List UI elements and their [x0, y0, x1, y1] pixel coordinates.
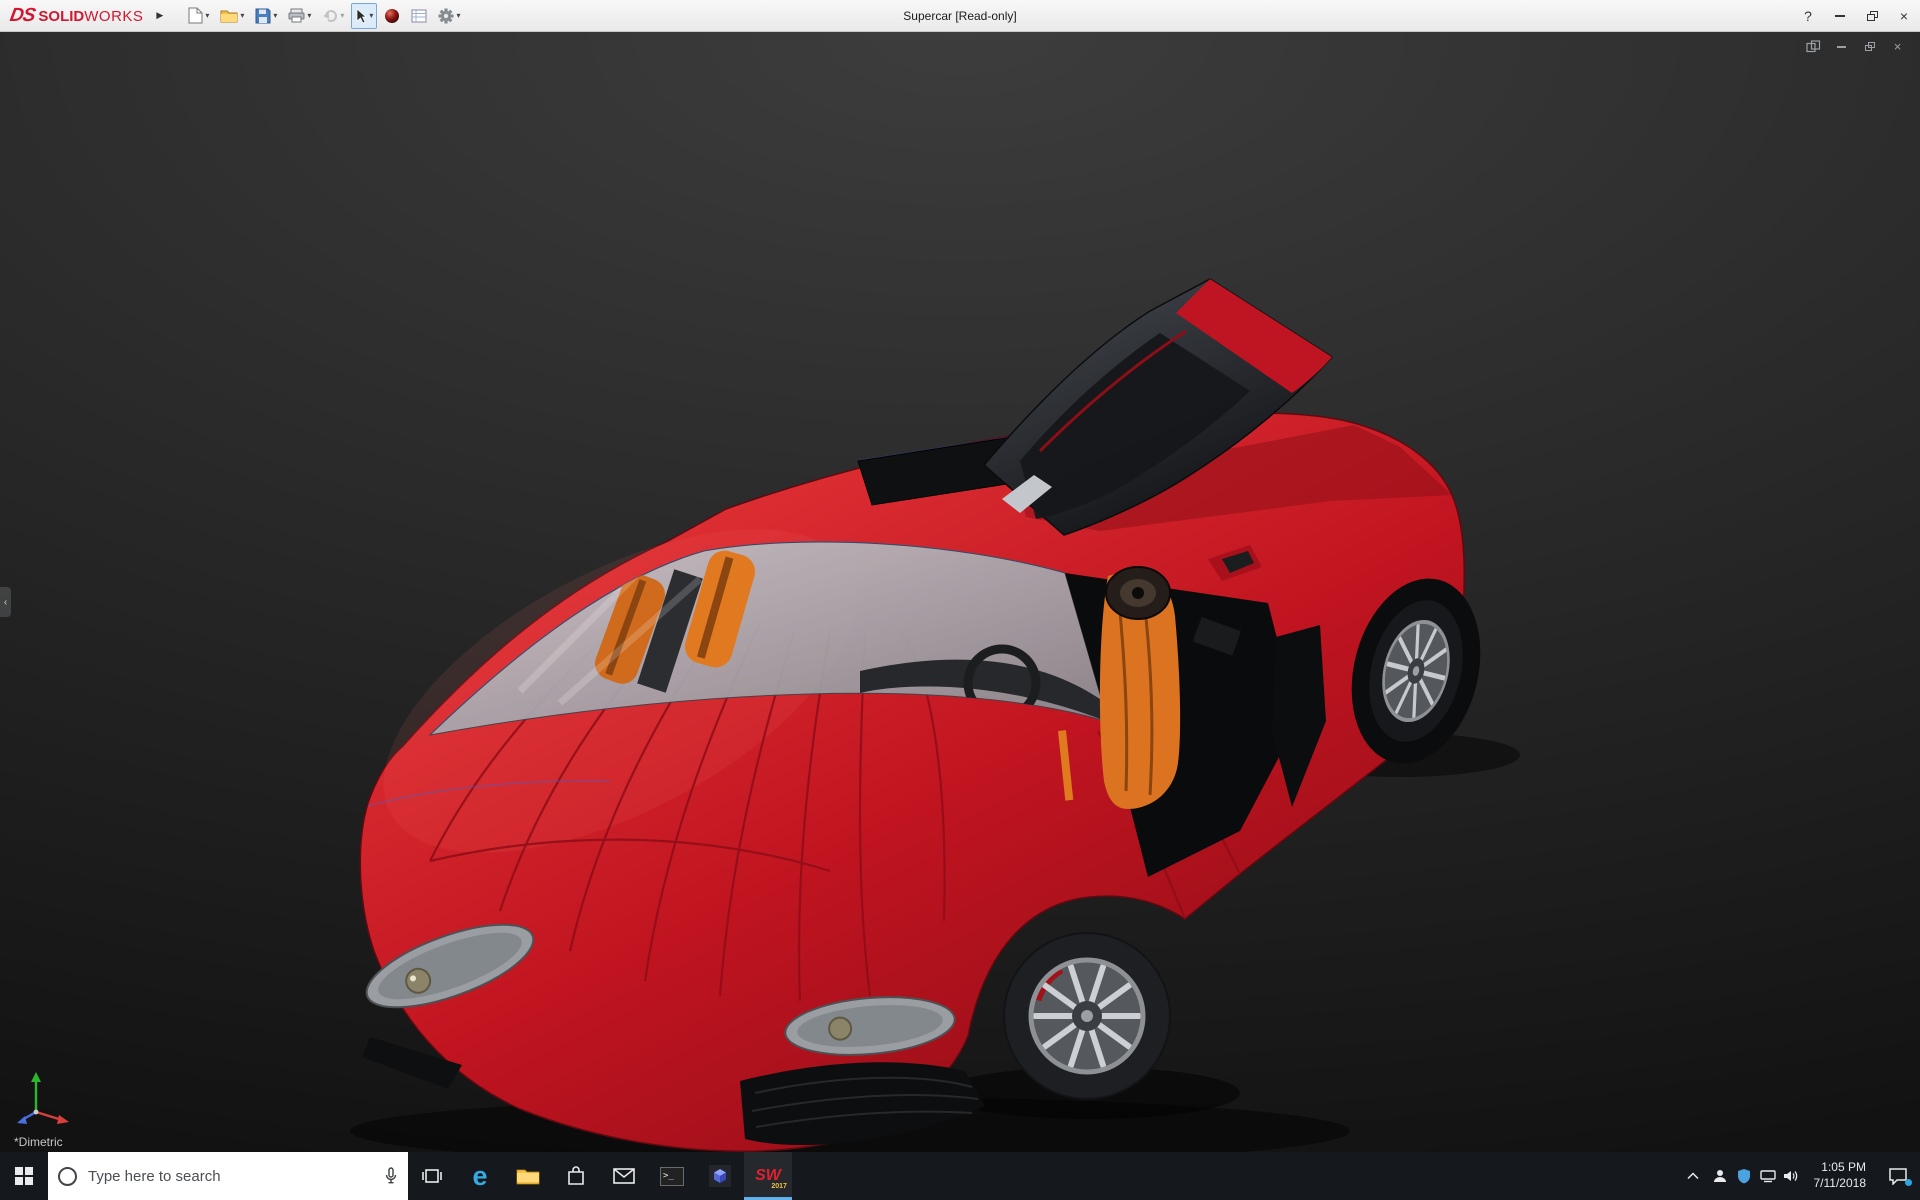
window-controls: ? × — [1792, 0, 1920, 31]
y-axis-arrow — [31, 1072, 41, 1082]
save-icon — [255, 8, 271, 24]
file-explorer-button[interactable] — [504, 1152, 552, 1200]
microphone-icon[interactable] — [384, 1167, 398, 1185]
edge-browser-button[interactable]: e — [456, 1152, 504, 1200]
dropdown-icon[interactable]: ▾ — [456, 11, 460, 20]
cube-app-icon — [709, 1165, 731, 1187]
menu-flyout-arrow-icon[interactable]: ▶ — [151, 8, 168, 23]
taskbar-clock[interactable]: 1:05 PM 7/11/2018 — [1804, 1160, 1877, 1191]
task-view-button[interactable] — [408, 1152, 456, 1200]
solidworks-logo: DS SOLID WORKS — [0, 5, 147, 27]
options-button[interactable]: ▾ — [434, 3, 464, 29]
restore-document-button[interactable] — [1861, 39, 1878, 54]
network-tray-button[interactable] — [1756, 1152, 1780, 1200]
minimize-icon — [1835, 15, 1845, 17]
ds-logo-icon: DS — [8, 5, 36, 27]
minimize-icon — [1837, 46, 1846, 48]
dropdown-icon[interactable]: ▾ — [340, 11, 344, 20]
mail-button[interactable] — [600, 1152, 648, 1200]
document-title: Supercar [Read-only] — [903, 9, 1016, 23]
brand-solid: SOLID — [38, 8, 84, 25]
dropdown-icon[interactable]: ▾ — [273, 11, 277, 20]
drawing-sheet-button[interactable] — [407, 3, 431, 29]
edge-icon: e — [472, 1163, 487, 1190]
restore-button[interactable] — [1856, 0, 1888, 31]
action-center-button[interactable] — [1876, 1167, 1920, 1185]
folder-icon — [516, 1166, 540, 1186]
solidworks-app-button[interactable]: SW 2017 — [744, 1152, 792, 1200]
help-button[interactable]: ? — [1792, 0, 1824, 31]
shield-icon — [1737, 1168, 1751, 1184]
shopping-bag-icon — [566, 1165, 586, 1187]
new-document-button[interactable]: ▾ — [184, 3, 213, 29]
start-button[interactable] — [0, 1152, 48, 1200]
clock-date: 7/11/2018 — [1814, 1176, 1867, 1192]
featuremanager-flyout-tab[interactable]: ‹ — [0, 587, 11, 617]
restore-icon — [1867, 11, 1878, 21]
split-windows-icon — [1806, 40, 1821, 53]
print-button[interactable]: ▾ — [284, 3, 315, 29]
view-orientation-label: *Dimetric — [14, 1135, 63, 1149]
dropdown-icon[interactable]: ▾ — [369, 11, 373, 20]
search-input[interactable] — [86, 1167, 375, 1186]
task-view-icon — [421, 1167, 443, 1185]
save-button[interactable]: ▾ — [251, 3, 281, 29]
volume-tray-button[interactable] — [1780, 1152, 1804, 1200]
close-document-button[interactable]: × — [1889, 39, 1906, 54]
restore-icon — [1865, 42, 1875, 51]
chevron-up-icon — [1687, 1172, 1699, 1180]
security-tray-button[interactable] — [1732, 1152, 1756, 1200]
brand-works: WORKS — [84, 8, 143, 25]
x-axis-arrow — [57, 1115, 69, 1124]
sheet-icon — [411, 9, 427, 23]
supercar-3d-model — [0, 31, 1920, 1152]
new-window-button[interactable] — [1805, 39, 1822, 54]
network-icon — [1760, 1169, 1776, 1183]
console-icon: >_ — [660, 1167, 684, 1186]
notification-badge — [1905, 1179, 1912, 1186]
undo-button[interactable]: ▾ — [318, 3, 348, 29]
dropdown-icon[interactable]: ▾ — [240, 11, 244, 20]
appearance-button[interactable] — [380, 3, 404, 29]
document-window-controls: × — [1805, 39, 1906, 54]
store-button[interactable] — [552, 1152, 600, 1200]
quick-access-toolbar: ▾ ▾ ▾ ▾ ▾ ▾ — [184, 0, 464, 31]
titlebar: DS SOLID WORKS ▶ ▾ ▾ ▾ ▾ ▾ ▾ — [0, 0, 1920, 32]
solidworks-app-icon: SW 2017 — [755, 1168, 781, 1184]
select-cursor-icon — [355, 8, 367, 24]
system-tray: 1:05 PM 7/11/2018 — [1678, 1152, 1920, 1200]
select-tool-button[interactable]: ▾ — [351, 3, 377, 29]
viewer-app-button[interactable] — [696, 1152, 744, 1200]
minimize-button[interactable] — [1824, 0, 1856, 31]
close-button[interactable]: × — [1888, 0, 1920, 31]
dropdown-icon[interactable]: ▾ — [307, 11, 311, 20]
dropdown-icon[interactable]: ▾ — [205, 11, 209, 20]
appearance-sphere-icon — [384, 8, 400, 24]
minimize-document-button[interactable] — [1833, 39, 1850, 54]
person-icon — [1712, 1168, 1728, 1184]
undo-icon — [322, 9, 338, 23]
open-folder-icon — [220, 8, 238, 23]
orientation-triad — [16, 1068, 76, 1126]
clock-time: 1:05 PM — [1821, 1160, 1866, 1176]
gear-icon — [438, 8, 454, 24]
command-prompt-button[interactable]: >_ — [648, 1152, 696, 1200]
people-tray-button[interactable] — [1708, 1152, 1732, 1200]
windows-taskbar: e >_ SW 2017 — [0, 1152, 1920, 1200]
graphics-viewport[interactable]: × ‹ *Dimetric — [0, 31, 1920, 1152]
open-document-button[interactable]: ▾ — [216, 3, 248, 29]
taskbar-search[interactable] — [48, 1152, 408, 1200]
print-icon — [288, 8, 305, 23]
search-icon — [58, 1167, 77, 1186]
show-hidden-icons-button[interactable] — [1678, 1152, 1708, 1200]
windows-logo-icon — [15, 1167, 33, 1185]
envelope-icon — [613, 1168, 635, 1184]
new-document-icon — [188, 7, 203, 24]
front-wheel — [1003, 932, 1171, 1100]
speaker-icon — [1783, 1169, 1800, 1183]
chevron-left-icon: ‹ — [4, 597, 7, 608]
